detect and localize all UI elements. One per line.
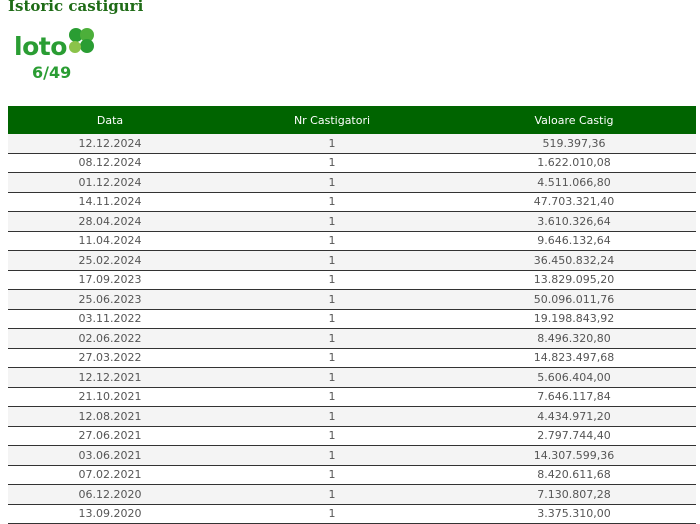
cell-date: 28.04.2024 [8,211,212,232]
cell-amount: 4.511.066,80 [452,172,696,193]
cell-amount: 4.434.971,20 [452,406,696,427]
table-row: 27.03.2022 1 14.823.497,68 [8,348,696,368]
cell-amount: 8.420.611,68 [452,465,696,485]
cell-winners: 1 [212,172,452,193]
table-row: 03.11.2022 1 19.198.843,92 [8,309,696,329]
table-row: 27.06.2021 1 2.797.744,40 [8,426,696,446]
cell-winners: 1 [212,231,452,251]
clover-leaf-icon [69,41,81,53]
cell-winners: 1 [212,211,452,232]
cell-date: 12.12.2021 [8,367,212,388]
table-row: 11.04.2024 1 9.646.132,64 [8,231,696,251]
cell-winners: 1 [212,504,452,524]
cell-amount: 19.198.843,92 [452,309,696,329]
cell-winners: 1 [212,426,452,446]
table-row: 13.09.2020 1 3.375.310,00 [8,504,696,524]
cell-amount: 14.823.497,68 [452,348,696,368]
table-row: 14.11.2024 1 47.703.321,40 [8,192,696,212]
cell-winners: 1 [212,406,452,427]
table-row: 08.12.2024 1 1.622.010,08 [8,153,696,173]
cell-winners: 1 [212,348,452,368]
cell-amount: 13.829.095,20 [452,270,696,290]
cell-date: 07.02.2021 [8,465,212,485]
cell-amount: 8.496.320,80 [452,328,696,349]
cell-date: 03.11.2022 [8,309,212,329]
cell-date: 06.12.2020 [8,484,212,505]
cell-amount: 519.397,36 [452,134,696,154]
table-row: 06.12.2020 1 7.130.807,28 [8,484,696,505]
cell-winners: 1 [212,328,452,349]
logo-word: loto [14,32,67,61]
cell-date: 27.03.2022 [8,348,212,368]
cell-winners: 1 [212,192,452,212]
cell-winners: 1 [212,484,452,505]
table-row: 01.12.2024 1 4.511.066,80 [8,172,696,193]
cell-date: 03.06.2021 [8,445,212,466]
table-row: 21.10.2021 1 7.646.117,84 [8,387,696,407]
cell-winners: 1 [212,367,452,388]
cell-date: 21.10.2021 [8,387,212,407]
cell-date: 12.12.2024 [8,134,212,154]
cell-amount: 14.307.599,36 [452,445,696,466]
table-row: 12.08.2021 1 4.434.971,20 [8,406,696,427]
cell-date: 11.04.2024 [8,231,212,251]
cell-date: 02.06.2022 [8,328,212,349]
results-table: Data Nr Castigatori Valoare Castig 12.12… [8,106,696,524]
cell-amount: 7.130.807,28 [452,484,696,505]
table-row: 17.09.2023 1 13.829.095,20 [8,270,696,290]
cell-amount: 1.622.010,08 [452,153,696,173]
page-title: Istoric castiguri [8,0,144,15]
cell-winners: 1 [212,465,452,485]
cell-winners: 1 [212,153,452,173]
cell-amount: 5.606.404,00 [452,367,696,388]
cell-winners: 1 [212,387,452,407]
table-row: 28.04.2024 1 3.610.326,64 [8,211,696,232]
cell-amount: 36.450.832,24 [452,250,696,271]
cell-winners: 1 [212,250,452,271]
logo-sub: 6/49 [32,63,71,82]
table-header-row: Data Nr Castigatori Valoare Castig [8,106,696,134]
cell-date: 25.02.2024 [8,250,212,271]
cell-date: 14.11.2024 [8,192,212,212]
table-row: 12.12.2021 1 5.606.404,00 [8,367,696,388]
cell-date: 13.09.2020 [8,504,212,524]
clover-leaf-icon [80,39,94,53]
table-row: 12.12.2024 1 519.397,36 [8,134,696,154]
table-row: 07.02.2021 1 8.420.611,68 [8,465,696,485]
cell-winners: 1 [212,289,452,310]
table-row: 25.02.2024 1 36.450.832,24 [8,250,696,271]
column-header-data: Data [8,106,212,134]
table-row: 03.06.2021 1 14.307.599,36 [8,445,696,466]
cell-winners: 1 [212,134,452,154]
column-header-nr-castigatori: Nr Castigatori [212,106,452,134]
cell-date: 27.06.2021 [8,426,212,446]
cell-amount: 3.610.326,64 [452,211,696,232]
cell-date: 12.08.2021 [8,406,212,427]
cell-amount: 2.797.744,40 [452,426,696,446]
column-header-valoare-castig: Valoare Castig [452,106,696,134]
cell-amount: 7.646.117,84 [452,387,696,407]
cell-amount: 3.375.310,00 [452,504,696,524]
cell-winners: 1 [212,309,452,329]
cell-date: 08.12.2024 [8,153,212,173]
cell-date: 01.12.2024 [8,172,212,193]
cell-winners: 1 [212,270,452,290]
table-row: 02.06.2022 1 8.496.320,80 [8,328,696,349]
cell-date: 17.09.2023 [8,270,212,290]
loto-logo: loto 6/49 [14,28,94,82]
cell-winners: 1 [212,445,452,466]
table-row: 25.06.2023 1 50.096.011,76 [8,289,696,310]
cell-amount: 9.646.132,64 [452,231,696,251]
cell-amount: 47.703.321,40 [452,192,696,212]
cell-amount: 50.096.011,76 [452,289,696,310]
cell-date: 25.06.2023 [8,289,212,310]
